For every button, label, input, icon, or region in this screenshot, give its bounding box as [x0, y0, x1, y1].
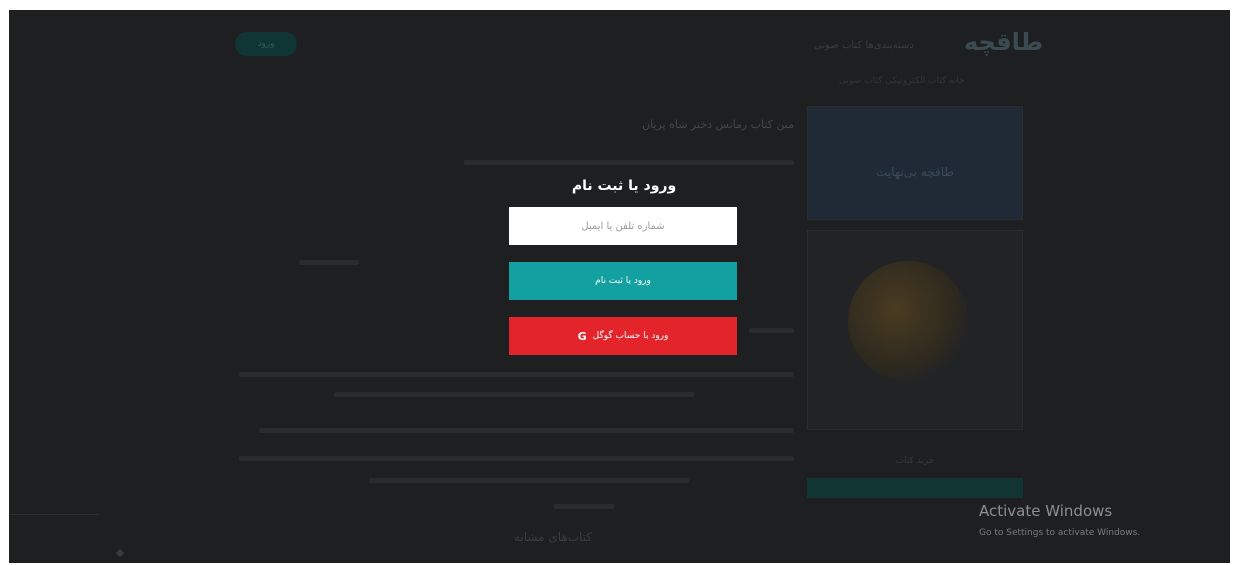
google-login-button[interactable]: ورود با حساب گوگل G	[509, 317, 737, 355]
site-nav: دسته‌بندی‌ها کتاب صوتی	[814, 40, 914, 51]
sidebar-promo-box: طاقچه بی‌نهایت	[807, 106, 1023, 220]
book-cover-image	[848, 261, 968, 381]
activate-windows-subtitle: Go to Settings to activate Windows.	[979, 528, 1141, 538]
text-line	[239, 372, 794, 377]
text-line	[749, 328, 794, 333]
text-line	[259, 428, 794, 433]
sidebar-caption: خرید کتاب	[895, 456, 935, 466]
login-register-button[interactable]: ورود یا ثبت نام	[509, 262, 737, 300]
header-login-button: ورود	[235, 32, 297, 56]
text-line	[369, 478, 689, 483]
login-modal: ورود یا ثبت نام ورود یا ثبت نام ورود با …	[499, 170, 749, 370]
related-books-heading: کتاب‌های مشابه	[514, 530, 593, 544]
activate-windows-title: Activate Windows	[979, 502, 1113, 520]
sidebar-book-cover	[807, 230, 1023, 430]
divider	[9, 514, 99, 515]
text-line	[554, 504, 614, 509]
breadcrumb: خانه کتاب الکترونیکی کتاب صوتی	[839, 76, 965, 86]
login-register-label: ورود یا ثبت نام	[595, 276, 651, 286]
sidebar-promo-title: طاقچه بی‌نهایت	[876, 165, 954, 179]
scroll-indicator-icon	[115, 548, 125, 558]
screen: طاقچه دسته‌بندی‌ها کتاب صوتی ورود خانه ک…	[9, 10, 1230, 563]
text-line	[464, 160, 794, 165]
site-logo: طاقچه	[964, 28, 1044, 56]
sidebar-buy-button	[807, 478, 1023, 498]
text-line	[239, 456, 794, 461]
google-login-label: ورود با حساب گوگل	[592, 331, 669, 341]
article-title: متن کتاب رمانس دختر شاه پریان	[641, 118, 794, 131]
phone-or-email-input[interactable]	[509, 207, 737, 245]
sidebar: طاقچه بی‌نهایت خرید کتاب	[807, 106, 1023, 506]
text-line	[334, 392, 694, 397]
site-header: طاقچه دسته‌بندی‌ها کتاب صوتی ورود	[9, 10, 1230, 72]
text-line	[299, 260, 359, 265]
modal-title: ورود یا ثبت نام	[571, 178, 677, 194]
google-icon: G	[577, 329, 587, 343]
